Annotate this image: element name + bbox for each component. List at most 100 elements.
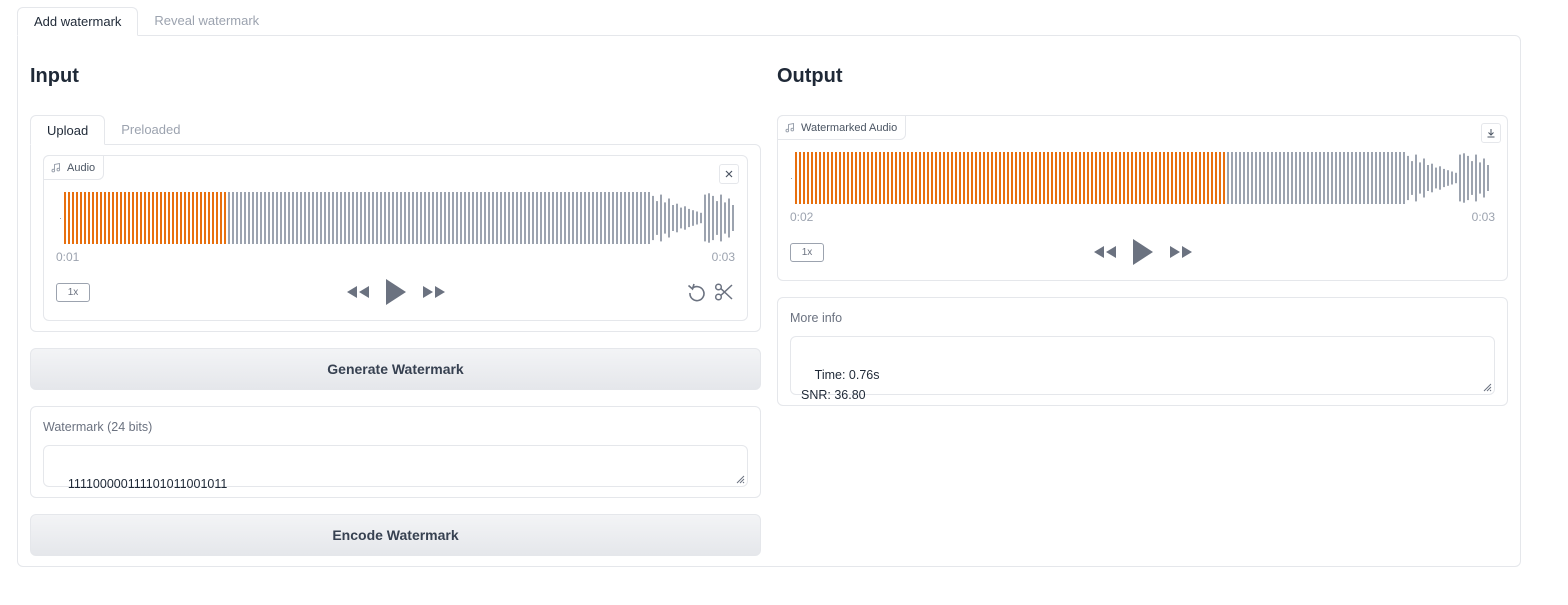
- waveform-bar: [991, 152, 993, 204]
- waveform-bar: [871, 152, 873, 204]
- tab-upload[interactable]: Upload: [30, 115, 106, 145]
- waveform-bar: [1343, 152, 1345, 204]
- waveform-bar: [252, 192, 254, 244]
- waveform-bar: [1139, 152, 1141, 204]
- waveform-bar: [72, 192, 74, 244]
- waveform-bar: [140, 192, 142, 244]
- waveform-bar: [492, 192, 494, 244]
- waveform-bar: [204, 192, 206, 244]
- waveform-bar: [564, 192, 566, 244]
- waveform-bar: [396, 192, 398, 244]
- waveform-bar: [1019, 152, 1021, 204]
- waveform-bar: [1475, 154, 1477, 202]
- waveform-bar: [975, 152, 977, 204]
- waveform-bar: [1307, 152, 1309, 204]
- waveform-bar: [1383, 152, 1385, 204]
- waveform-bar: [700, 212, 702, 224]
- waveform-bar: [1263, 152, 1265, 204]
- waveform-bar: [987, 152, 989, 204]
- waveform-bar: [1467, 155, 1469, 201]
- watermark-input[interactable]: 111100000111101011001011: [43, 445, 748, 491]
- waveform-bar: [428, 192, 430, 244]
- clear-audio-button[interactable]: [719, 164, 739, 184]
- waveform-bar: [488, 192, 490, 244]
- waveform-bar: [1011, 152, 1013, 204]
- waveform-bar: [1119, 152, 1121, 204]
- waveform-bar: [80, 192, 82, 244]
- waveform-bar: [995, 152, 997, 204]
- waveform-bar: [76, 192, 78, 244]
- waveform-bar: [1335, 152, 1337, 204]
- waveform-bar: [935, 152, 937, 204]
- waveform-bar: [1331, 152, 1333, 204]
- fast-forward-icon[interactable]: [1169, 244, 1193, 260]
- tab-add-watermark[interactable]: Add watermark: [17, 7, 139, 36]
- resize-handle-icon[interactable]: [736, 475, 745, 484]
- output-speed-button[interactable]: 1x: [790, 243, 824, 262]
- waveform-bar: [608, 192, 610, 244]
- play-icon[interactable]: [384, 277, 408, 307]
- waveform-bar: [444, 192, 446, 244]
- waveform-bar: [284, 192, 286, 244]
- waveform-bar: [1203, 152, 1205, 204]
- output-audio-label: Watermarked Audio: [777, 115, 907, 140]
- waveform-bar: [1279, 152, 1281, 204]
- waveform-bar: [304, 192, 306, 244]
- rewind-icon[interactable]: [346, 284, 370, 300]
- waveform-bar: [1327, 152, 1329, 204]
- download-button[interactable]: [1481, 123, 1501, 143]
- waveform-bar: [1411, 161, 1413, 195]
- waveform-tick: [791, 178, 792, 179]
- music-note-icon: [51, 162, 61, 172]
- input-waveform[interactable]: [60, 192, 736, 244]
- waveform-bar: [84, 192, 86, 244]
- more-info-value: Time: 0.76s SNR: 36.80: [801, 368, 880, 402]
- waveform-bar: [232, 192, 234, 244]
- waveform-bar: [847, 152, 849, 204]
- waveform-bar: [1243, 152, 1245, 204]
- waveform-bar: [1375, 152, 1377, 204]
- waveform-bar: [568, 192, 570, 244]
- waveform-bar: [660, 194, 662, 242]
- fast-forward-icon[interactable]: [422, 284, 446, 300]
- encode-watermark-button[interactable]: Encode Watermark: [30, 514, 761, 556]
- waveform-bar: [320, 192, 322, 244]
- waveform-bar: [128, 192, 130, 244]
- more-info-textarea[interactable]: Time: 0.76s SNR: 36.80: [790, 336, 1495, 402]
- generate-watermark-button[interactable]: Generate Watermark: [30, 348, 761, 390]
- undo-icon[interactable]: [687, 282, 707, 302]
- waveform-bar: [855, 152, 857, 204]
- tab-reveal-watermark[interactable]: Reveal watermark: [138, 7, 275, 36]
- waveform-bar: [236, 192, 238, 244]
- waveform-tick: [60, 218, 61, 219]
- waveform-bar: [348, 192, 350, 244]
- waveform-bar: [552, 192, 554, 244]
- resize-handle-icon[interactable]: [1483, 383, 1492, 392]
- waveform-bar: [1371, 152, 1373, 204]
- output-waveform[interactable]: [791, 152, 1494, 204]
- waveform-bar: [368, 192, 370, 244]
- waveform-bar: [148, 192, 150, 244]
- tab-preloaded[interactable]: Preloaded: [105, 115, 196, 145]
- waveform-bar: [328, 192, 330, 244]
- waveform-bar: [1159, 152, 1161, 204]
- waveform-bar: [92, 192, 94, 244]
- waveform-bar: [108, 192, 110, 244]
- input-speed-button[interactable]: 1x: [56, 283, 90, 302]
- waveform-bar: [1459, 154, 1461, 202]
- waveform-bar: [1227, 152, 1229, 204]
- waveform-bar: [556, 192, 558, 244]
- rewind-icon[interactable]: [1093, 244, 1117, 260]
- waveform-bar: [1247, 152, 1249, 204]
- play-icon[interactable]: [1131, 237, 1155, 267]
- waveform-bar: [152, 192, 154, 244]
- waveform-bar: [344, 192, 346, 244]
- scissors-icon[interactable]: [714, 282, 734, 302]
- waveform-bar: [716, 201, 718, 235]
- waveform-bar: [680, 207, 682, 229]
- waveform-bar: [584, 192, 586, 244]
- waveform-bar: [1007, 152, 1009, 204]
- close-icon: [725, 170, 733, 178]
- waveform-bar: [1447, 170, 1449, 186]
- waveform-bar: [476, 192, 478, 244]
